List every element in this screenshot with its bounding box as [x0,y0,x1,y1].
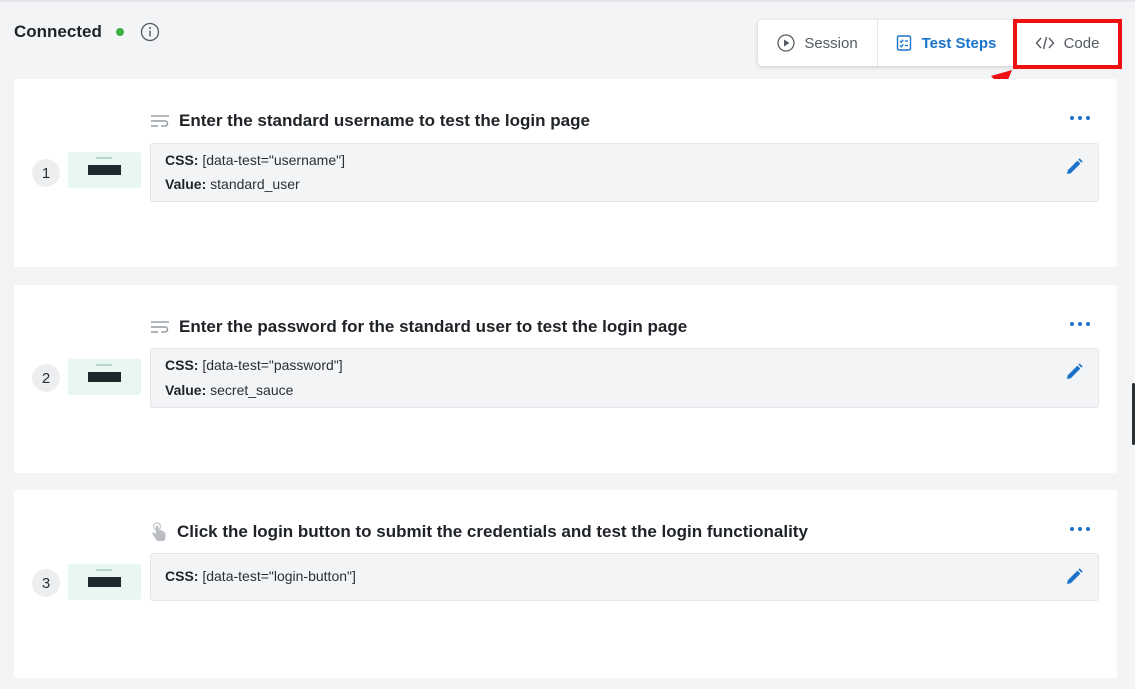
step-title-text: Enter the standard username to test the … [179,111,590,130]
input-value: secret_sauce [210,382,294,398]
connection-status: Connected [14,20,160,44]
edit-pencil-icon[interactable] [1064,567,1084,587]
connection-status-label: Connected [14,22,102,41]
tap-hand-icon [150,522,168,542]
css-selector-value: [data-test="username"] [202,152,345,168]
play-circle-icon [777,34,795,52]
step-card: 2 Enter the password for the standard us… [14,285,1117,473]
css-label: CSS: [165,568,199,584]
step-title-text: Click the login button to submit the cre… [177,522,808,541]
more-options-button[interactable] [1070,524,1090,534]
info-circle-icon[interactable] [140,22,160,42]
step-screenshot-thumbnail[interactable] [68,564,141,600]
step-card: 3 Click the login button to submit the c… [14,490,1117,678]
step-title-text: Enter the password for the standard user… [179,317,688,336]
css-selector-value: [data-test="password"] [202,357,343,373]
step-title: Click the login button to submit the cre… [150,521,808,543]
step-details: CSS: [data-test="password"] Value: secre… [150,348,1099,408]
tab-session-label: Session [804,34,858,52]
status-dot [115,28,124,36]
css-selector-line: CSS: [data-test="login-button"] [165,568,356,584]
value-label: Value: [165,382,207,398]
checklist-icon [895,34,913,52]
css-selector-value: [data-test="login-button"] [202,568,356,584]
step-number: 2 [32,364,60,392]
value-label: Value: [165,176,207,192]
css-label: CSS: [165,357,199,373]
more-options-button[interactable] [1070,113,1090,123]
css-selector-line: CSS: [data-test="password"] [165,357,343,373]
tab-code[interactable]: Code [1014,20,1120,66]
step-title: Enter the standard username to test the … [150,110,590,132]
step-details: CSS: [data-test="username"] Value: stand… [150,143,1099,202]
tab-test-steps[interactable]: Test Steps [878,20,1014,66]
tab-code-label: Code [1063,34,1100,52]
edit-pencil-icon[interactable] [1064,157,1084,177]
more-options-button[interactable] [1070,319,1090,329]
step-card: 1 Enter the standard username to test th… [14,79,1117,267]
value-line: Value: standard_user [165,176,300,192]
step-title: Enter the password for the standard user… [150,316,687,338]
step-details: CSS: [data-test="login-button"] [150,553,1099,601]
css-selector-line: CSS: [data-test="username"] [165,152,345,168]
step-number: 3 [32,569,60,597]
step-screenshot-thumbnail[interactable] [68,152,141,188]
code-brackets-icon [1035,34,1055,52]
step-number: 1 [32,159,60,187]
top-divider [0,0,1135,2]
input-value: standard_user [210,176,300,192]
value-line: Value: secret_sauce [165,382,293,398]
tab-test-steps-label: Test Steps [921,34,997,52]
edit-pencil-icon[interactable] [1064,362,1084,382]
tab-session[interactable]: Session [758,20,878,66]
type-text-icon [150,319,170,335]
css-label: CSS: [165,152,199,168]
type-text-icon [150,113,170,129]
view-tabs: Session Test Steps Code [758,20,1120,66]
step-screenshot-thumbnail[interactable] [68,359,141,395]
